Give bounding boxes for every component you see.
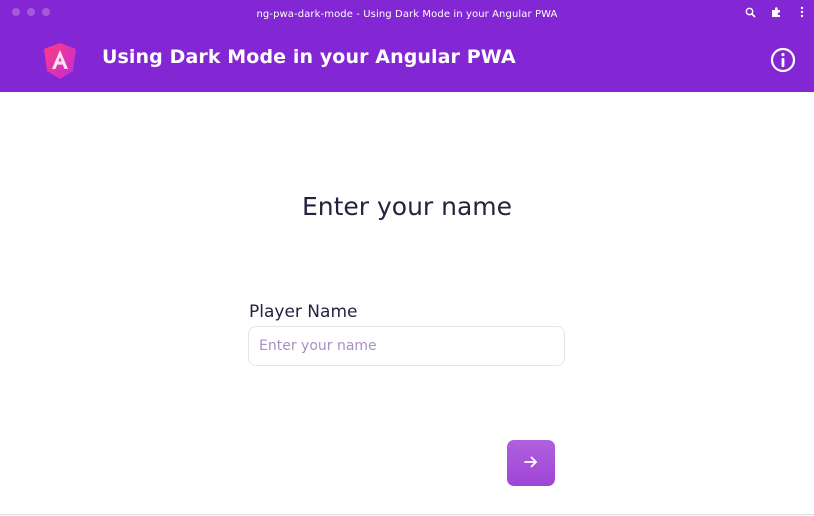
angular-logo-icon: [40, 41, 80, 81]
zoom-icon[interactable]: [744, 6, 756, 18]
player-name-label: Player Name: [249, 302, 358, 322]
titlebar-actions: [744, 6, 808, 18]
arrow-right-icon: [523, 455, 539, 472]
info-icon[interactable]: [769, 46, 797, 74]
more-vert-icon[interactable]: [796, 6, 808, 18]
app-header: Using Dark Mode in your Angular PWA: [0, 32, 814, 92]
player-name-input[interactable]: [248, 326, 565, 366]
window-title: ng-pwa-dark-mode - Using Dark Mode in yo…: [256, 9, 558, 20]
extensions-icon[interactable]: [770, 6, 782, 18]
next-button[interactable]: [507, 440, 555, 486]
page-heading: Enter your name: [301, 192, 513, 221]
app-window: ng-pwa-dark-mode - Using Dark Mode in yo…: [0, 0, 814, 516]
bottom-divider: [0, 514, 814, 515]
window-titlebar: ng-pwa-dark-mode - Using Dark Mode in yo…: [0, 0, 814, 32]
app-title: Using Dark Mode in your Angular PWA: [102, 46, 516, 68]
